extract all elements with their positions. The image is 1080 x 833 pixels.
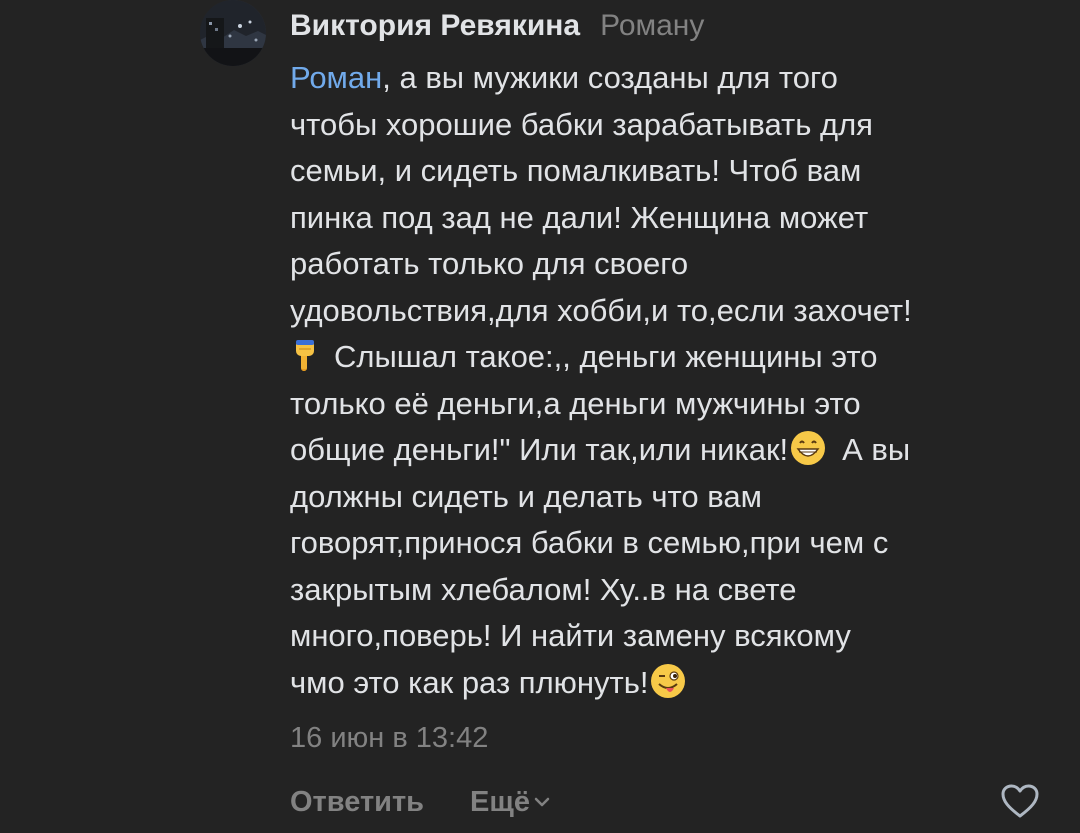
comment-line: удовольствия,для хобби,и то,если захочет… [290, 292, 912, 328]
comment-line: только её деньги,а деньги мужчины это [290, 385, 861, 421]
comment-line: говорят,принося бабки в семью,при чем с [290, 525, 889, 560]
comment-line: семьи, и сидеть помалкивать! Чтоб вам [290, 153, 862, 188]
comment-line: много,поверь! И найти замену всякому [290, 618, 851, 653]
grinning-face-emoji-icon [791, 431, 826, 465]
author-name[interactable]: Виктория Ревякина [290, 9, 580, 43]
comment-header: Виктория Ревякина Роману [290, 4, 704, 48]
pointing-down-emoji-icon [296, 340, 314, 371]
heart-icon [1001, 784, 1039, 818]
comment-line: пинка под зад не дали! Женщина может [290, 199, 869, 235]
like-button[interactable] [1000, 783, 1040, 819]
comment-actions: Ответить Ещё [290, 780, 550, 824]
chevron-down-icon [534, 797, 550, 807]
more-button-label: Ещё [470, 785, 530, 818]
comment-line: общие деньги!" Или так,или никак! А вы [290, 427, 1050, 474]
comment-timestamp: 16 июн в 13:42 [290, 722, 489, 754]
comment-text: Роман, а вы мужики созданы для того чтоб… [290, 55, 1050, 706]
comment-line: закрытым хлебалом! Ху..в на свете [290, 571, 797, 607]
avatar[interactable] [200, 0, 266, 66]
comment-line: должны сидеть и делать что вам [290, 478, 762, 514]
comment-line-text: Слышал такое:,, деньги женщины это [334, 339, 878, 374]
comment-line-text: А вы [842, 432, 911, 467]
comment-line: Роман, а вы мужики созданы для того [290, 55, 1050, 102]
comment-line: чтобы хорошие бабки зарабатывать для [290, 106, 873, 142]
comment-line: Слышал такое:,, деньги женщины это [290, 334, 1050, 381]
reply-to-name[interactable]: Роману [600, 9, 704, 43]
comment-line: работать только для своего [290, 246, 689, 281]
comment-line-text: чмо это как раз плюнуть! [290, 664, 649, 700]
more-button[interactable]: Ещё [470, 786, 550, 819]
reply-button[interactable]: Ответить [290, 786, 424, 819]
comment-line-text: общие деньги!" Или так,или никак! [290, 432, 789, 467]
comment-line: чмо это как раз плюнуть! [290, 660, 1050, 707]
mention-link[interactable]: Роман [290, 60, 382, 95]
comment-line-text: , а вы мужики созданы для того [382, 60, 838, 95]
winking-face-emoji-icon [651, 663, 686, 698]
